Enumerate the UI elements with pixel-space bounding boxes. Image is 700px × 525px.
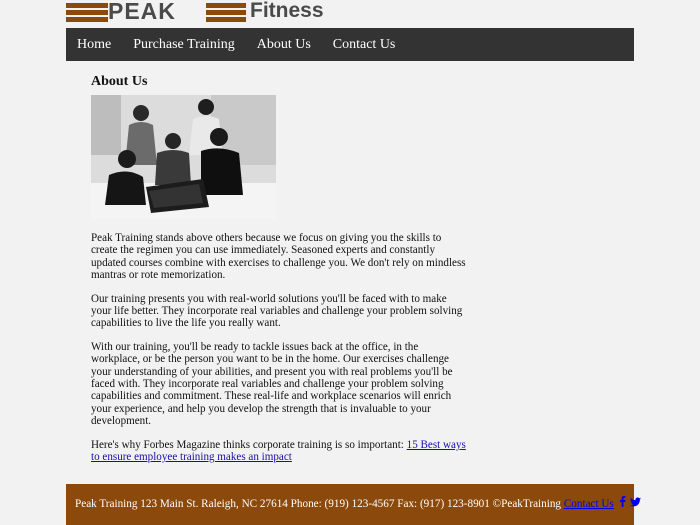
nav-home[interactable]: Home: [66, 28, 122, 61]
nav-purchase-training[interactable]: Purchase Training: [122, 28, 246, 61]
about-paragraph-3: With our training, you'll be ready to ta…: [91, 340, 453, 428]
logo-word-fitness: Fitness: [250, 0, 324, 22]
twitter-icon-glyph: [630, 497, 642, 507]
facebook-icon-glyph: [619, 496, 626, 507]
facebook-icon[interactable]: [619, 484, 626, 525]
logo-stripes-right: [206, 3, 246, 23]
twitter-icon[interactable]: [630, 484, 642, 525]
main-navbar: Home Purchase Training About Us Contact …: [66, 28, 634, 61]
about-paragraph-1: Peak Training stands above others becaus…: [91, 232, 466, 282]
team-photo: [91, 95, 276, 219]
site-footer: Peak Training 123 Main St. Raleigh, NC 2…: [66, 484, 642, 525]
page-title: About Us: [91, 74, 148, 89]
footer-contact-link[interactable]: Contact Us: [564, 498, 614, 510]
logo-word-peak: PEAK: [108, 0, 176, 24]
forbes-paragraph: Here's why Forbes Magazine thinks corpor…: [91, 439, 466, 464]
logo-stripes-left: [66, 3, 108, 23]
site-logo[interactable]: PEAK Fitness: [66, 0, 356, 24]
about-paragraph-2: Our training presents you with real-worl…: [91, 292, 463, 330]
main-content: About Us Peak Training stands above othe…: [91, 74, 466, 475]
nav-contact-us[interactable]: Contact Us: [322, 28, 407, 61]
nav-about-us[interactable]: About Us: [246, 28, 322, 61]
footer-contact-info: Peak Training 123 Main St. Raleigh, NC 2…: [75, 498, 564, 511]
forbes-text: Here's why Forbes Magazine thinks corpor…: [91, 438, 407, 451]
